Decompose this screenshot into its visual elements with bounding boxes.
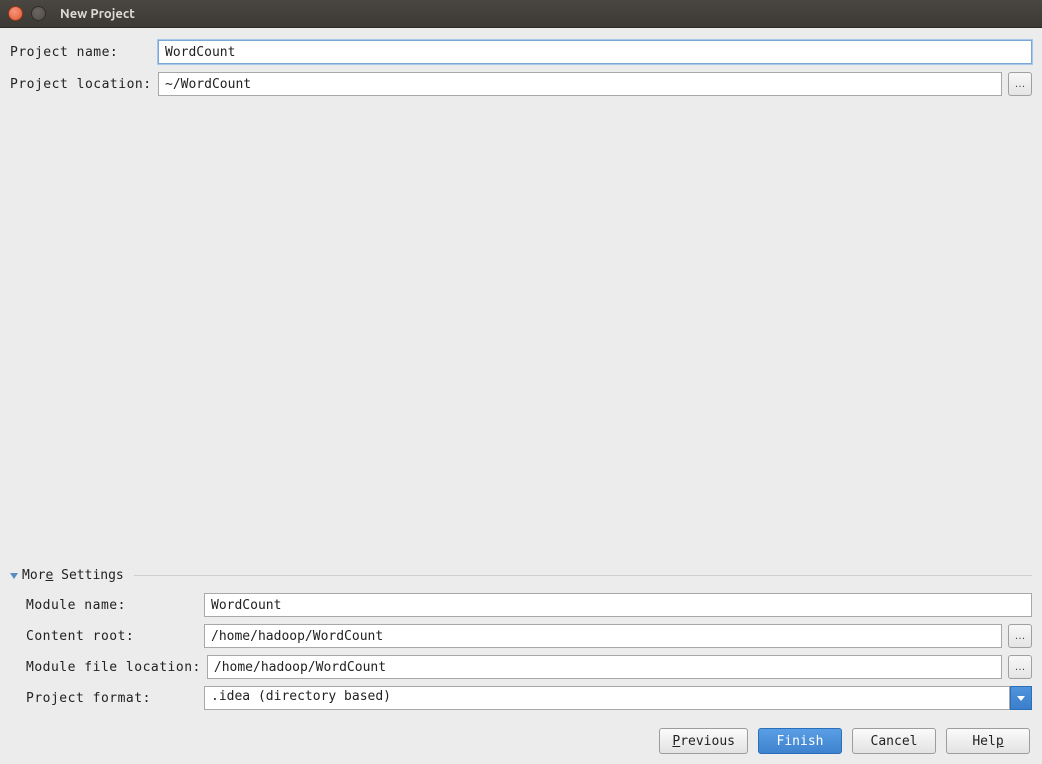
cancel-button[interactable]: Cancel <box>852 728 936 754</box>
content-root-browse-button[interactable]: … <box>1008 624 1032 648</box>
section-divider <box>134 575 1032 576</box>
project-format-dropdown[interactable]: .idea (directory based) <box>204 686 1032 710</box>
module-name-input[interactable] <box>204 593 1032 617</box>
module-name-label: Module name: <box>26 598 198 613</box>
help-button[interactable]: Help <box>946 728 1030 754</box>
more-settings-rows: Module name: Content root: … Module file… <box>10 593 1032 710</box>
project-format-row: Project format: .idea (directory based) <box>26 686 1032 710</box>
close-icon[interactable] <box>8 6 23 21</box>
module-name-row: Module name: <box>26 593 1032 617</box>
more-settings-section: More Settings Module name: Content root:… <box>10 568 1032 710</box>
module-file-location-row: Module file location: … <box>26 655 1032 679</box>
project-location-row: Project location: … <box>10 72 1032 96</box>
finish-button[interactable]: Finish <box>758 728 842 754</box>
chevron-down-icon <box>10 573 18 579</box>
project-location-label: Project location: <box>10 77 152 92</box>
window-title: New Project <box>60 7 135 21</box>
project-name-input[interactable] <box>158 40 1032 64</box>
spacer <box>10 96 1032 558</box>
form-top: Project name: Project location: … <box>10 40 1032 96</box>
module-file-location-label: Module file location: <box>26 660 201 675</box>
project-location-browse-button[interactable]: … <box>1008 72 1032 96</box>
new-project-dialog: New Project Project name: Project locati… <box>0 0 1042 764</box>
module-file-location-browse-button[interactable]: … <box>1008 655 1032 679</box>
more-settings-header[interactable]: More Settings <box>10 568 1032 583</box>
previous-button[interactable]: Previous <box>659 728 748 754</box>
content-root-label: Content root: <box>26 629 198 644</box>
titlebar: New Project <box>0 0 1042 28</box>
project-format-label: Project format: <box>26 691 198 706</box>
project-name-row: Project name: <box>10 40 1032 64</box>
content-root-row: Content root: … <box>26 624 1032 648</box>
project-location-input[interactable] <box>158 72 1002 96</box>
minimize-icon[interactable] <box>31 6 46 21</box>
more-settings-label: More Settings <box>22 568 124 583</box>
project-name-label: Project name: <box>10 45 152 60</box>
content-root-input[interactable] <box>204 624 1002 648</box>
chevron-down-icon[interactable] <box>1010 686 1032 710</box>
module-file-location-input[interactable] <box>207 655 1002 679</box>
dialog-footer: Previous Finish Cancel Help <box>10 728 1032 754</box>
project-format-value[interactable]: .idea (directory based) <box>204 686 1010 710</box>
dialog-content: Project name: Project location: … More S… <box>0 28 1042 764</box>
